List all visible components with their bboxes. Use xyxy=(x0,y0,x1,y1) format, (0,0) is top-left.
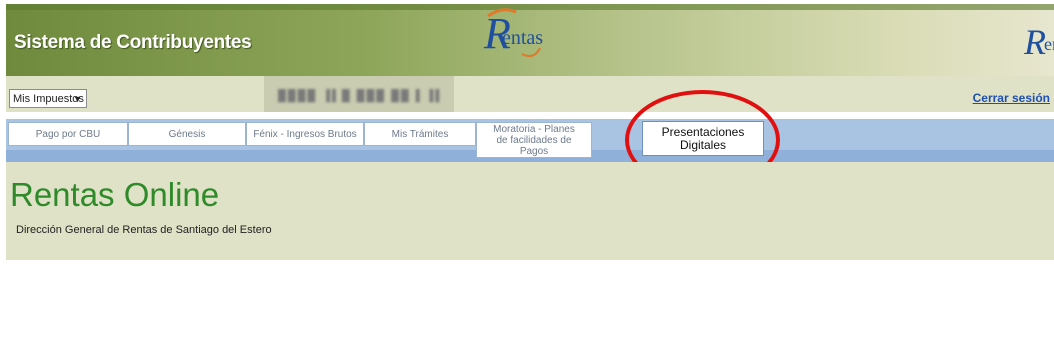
tab-fenix[interactable]: Fénix - Ingresos Brutos xyxy=(246,122,364,146)
svg-text:R: R xyxy=(1024,22,1046,62)
tab-genesis[interactable]: Génesis xyxy=(128,122,246,146)
page-subtitle: Dirección General de Rentas de Santiago … xyxy=(16,224,272,236)
tab-moratoria[interactable]: Moratoria - Planes de facilidades de Pag… xyxy=(476,122,592,158)
impuestos-select[interactable]: Mis Impuestos ▼ xyxy=(9,89,87,108)
chevron-down-icon: ▼ xyxy=(73,94,82,104)
user-bar xyxy=(6,76,1054,112)
app-title: Sistema de Contribuyentes xyxy=(14,32,252,53)
tab-pago-cbu[interactable]: Pago por CBU xyxy=(8,122,128,146)
logout-link[interactable]: Cerrar sesión xyxy=(973,91,1050,105)
rentas-logo-secondary: R er xyxy=(1024,22,1054,62)
logo-text: entas xyxy=(502,27,543,49)
tab-mis-tramites[interactable]: Mis Trámites xyxy=(364,122,476,146)
logo-right-text: er xyxy=(1044,34,1054,54)
rentas-logo: R entas xyxy=(483,8,543,58)
page-title: Rentas Online xyxy=(10,176,220,213)
user-name-blurred: ████ ▐▌█ ███ ██ ▌▐▌ xyxy=(278,90,446,102)
